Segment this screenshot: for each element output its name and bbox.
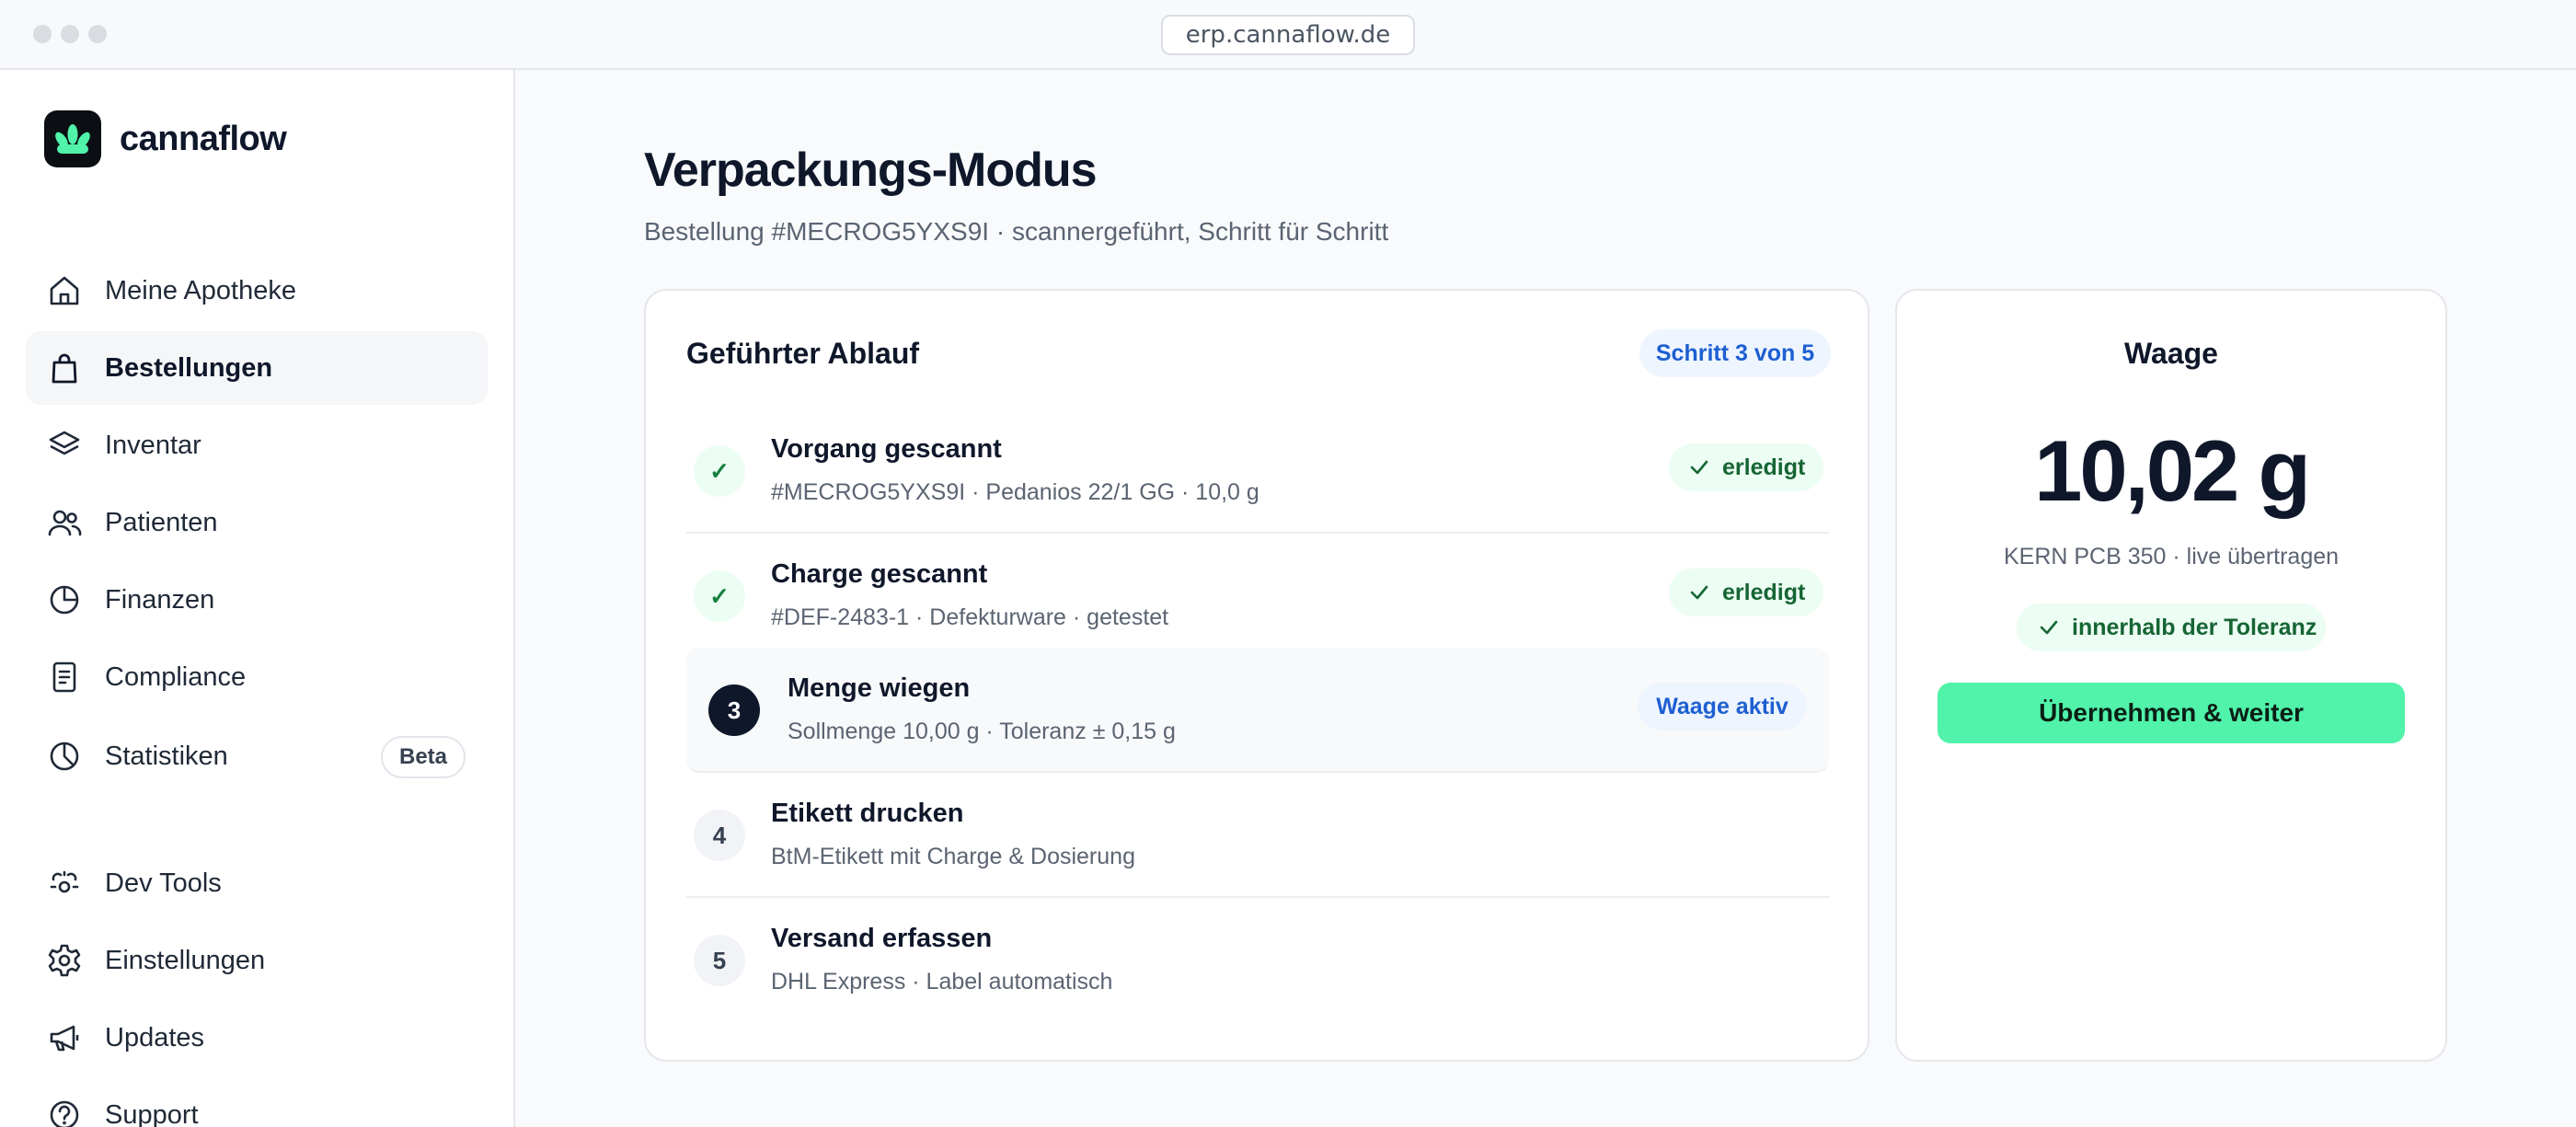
sidebar-item-label: Statistiken <box>105 742 228 771</box>
window-close-dot[interactable] <box>33 25 52 43</box>
flow-step-1[interactable]: ✓ Vorgang gescannt #MECROG5YXS9I · Pedan… <box>686 408 1829 534</box>
step-number: 5 <box>694 935 745 986</box>
sidebar: cannaflow Meine Apotheke Bestellungen In… <box>0 70 515 1127</box>
step-detail: BtM-Etikett mit Charge & Dosierung <box>771 844 1135 869</box>
tolerance-status-badge: innerhalb der Toleranz <box>2017 604 2326 651</box>
sidebar-item-label: Meine Apotheke <box>105 276 296 305</box>
sidebar-item-support[interactable]: Support <box>26 1078 488 1127</box>
guided-flow-card: Geführter Ablauf Schritt 3 von 5 ✓ Vorga… <box>644 289 1869 1062</box>
chart-icon <box>50 742 79 771</box>
scale-title: Waage <box>2124 337 2218 370</box>
flow-step-5[interactable]: 5 Versand erfassen DHL Express · Label a… <box>686 898 1829 1023</box>
check-icon <box>1690 460 1708 475</box>
sidebar-item-finanzen[interactable]: Finanzen <box>26 563 488 637</box>
step-progress-badge: Schritt 3 von 5 <box>1639 329 1831 377</box>
sidebar-item-label: Finanzen <box>105 585 215 615</box>
step-check-icon: ✓ <box>694 570 745 622</box>
dev-tools-icon <box>50 870 79 893</box>
shopping-bag-icon <box>52 353 77 384</box>
address-bar[interactable]: erp.cannaflow.de <box>1161 15 1415 55</box>
beta-badge: Beta <box>381 736 466 778</box>
status-badge-done: erledigt <box>1669 569 1823 616</box>
scale-device-info: KERN PCB 350 · live übertragen <box>2003 544 2340 569</box>
sidebar-item-updates[interactable]: Updates <box>26 1001 488 1075</box>
sidebar-item-meine-apotheke[interactable]: Meine Apotheke <box>26 254 488 328</box>
gear-icon <box>48 944 81 977</box>
users-icon <box>48 510 82 536</box>
step-title: Charge gescannt <box>771 559 988 589</box>
status-badge-done: erledigt <box>1669 443 1823 491</box>
sidebar-item-label: Bestellungen <box>105 353 273 383</box>
guided-flow-title: Geführter Ablauf <box>686 337 920 370</box>
sidebar-item-label: Support <box>105 1100 199 1127</box>
sidebar-item-compliance[interactable]: Compliance <box>26 640 488 714</box>
sidebar-item-label: Einstellungen <box>105 946 266 975</box>
step-title: Menge wiegen <box>788 673 971 703</box>
step-detail: DHL Express · Label automatisch <box>771 969 1113 995</box>
page-title: Verpackungs-Modus <box>644 144 1098 197</box>
step-detail: #MECROG5YXS9I · Pedanios 22/1 GG · 10,0 … <box>771 479 1259 505</box>
scale-card: Waage 10,02 g KERN PCB 350 · live übertr… <box>1895 289 2447 1062</box>
sidebar-item-label: Compliance <box>105 662 247 692</box>
home-icon <box>50 276 79 305</box>
sidebar-item-bestellungen[interactable]: Bestellungen <box>26 331 488 405</box>
window-maximize-dot[interactable] <box>88 25 107 43</box>
sidebar-item-dev-tools[interactable]: Dev Tools <box>26 846 488 920</box>
sidebar-item-label: Patienten <box>105 508 218 537</box>
accept-and-continue-button[interactable]: Übernehmen & weiter <box>1938 683 2405 743</box>
layers-icon <box>49 431 80 455</box>
sidebar-item-statistiken[interactable]: Statistiken Beta <box>26 719 488 793</box>
check-icon <box>1690 585 1708 600</box>
sidebar-item-patienten[interactable]: Patienten <box>26 486 488 559</box>
pie-chart-icon <box>50 585 79 615</box>
flow-step-4[interactable]: 4 Etikett drucken BtM-Etikett mit Charge… <box>686 773 1829 898</box>
brand-name[interactable]: cannaflow <box>120 114 287 164</box>
step-title: Vorgang gescannt <box>771 434 1002 464</box>
step-title: Etikett drucken <box>771 799 964 828</box>
scale-weight-readout: 10,02 g <box>2034 422 2311 519</box>
window-minimize-dot[interactable] <box>61 25 79 43</box>
page-subtitle: Bestellung #MECROG5YXS9I · scannergeführ… <box>644 217 1389 246</box>
flow-step-2[interactable]: ✓ Charge gescannt #DEF-2483-1 · Defektur… <box>686 534 1829 659</box>
step-title: Versand erfassen <box>771 924 993 953</box>
cannaflow-logo-icon[interactable] <box>44 110 101 167</box>
flow-step-3[interactable]: 3 Menge wiegen Sollmenge 10,00 g · Toler… <box>686 648 1829 773</box>
status-badge-active: Waage aktiv <box>1638 683 1807 730</box>
help-circle-icon <box>50 1100 79 1127</box>
sidebar-item-label: Dev Tools <box>105 868 222 898</box>
sidebar-item-label: Updates <box>105 1023 205 1052</box>
step-check-icon: ✓ <box>694 445 745 497</box>
megaphone-icon <box>50 1025 79 1052</box>
sidebar-item-label: Inventar <box>105 431 201 460</box>
step-number: 4 <box>694 810 745 861</box>
sidebar-item-einstellungen[interactable]: Einstellungen <box>26 924 488 997</box>
step-detail: Sollmenge 10,00 g · Toleranz ± 0,15 g <box>788 719 1176 744</box>
check-icon <box>2040 620 2058 635</box>
document-icon <box>52 661 76 693</box>
sidebar-item-inventar[interactable]: Inventar <box>26 408 488 482</box>
step-detail: #DEF-2483-1 · Defekturware · getestet <box>771 604 1169 630</box>
step-number: 3 <box>708 684 760 736</box>
browser-chrome: erp.cannaflow.de <box>0 0 2576 70</box>
